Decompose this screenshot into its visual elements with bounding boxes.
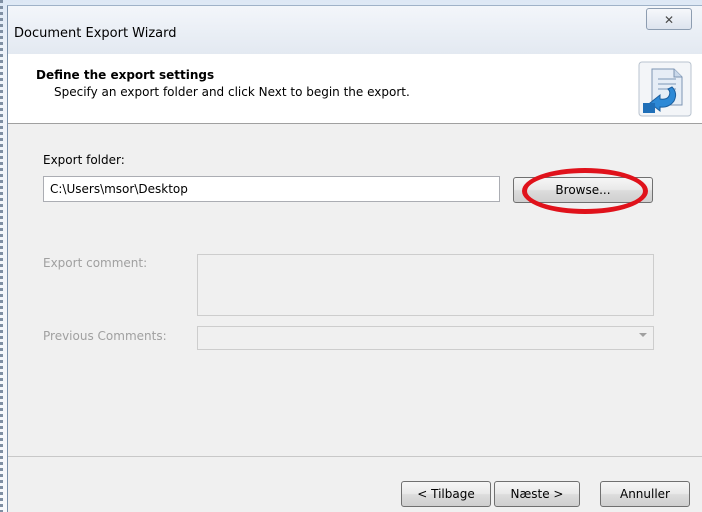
- cancel-button[interactable]: Annuller: [600, 481, 690, 507]
- previous-comments-label: Previous Comments:: [43, 329, 167, 343]
- export-comment-field[interactable]: [197, 254, 654, 316]
- next-button[interactable]: Næste >: [494, 481, 580, 507]
- previous-comments-dropdown[interactable]: [197, 326, 654, 350]
- export-wizard-dialog: Document Export Wizard ✕ Define the expo…: [7, 5, 702, 512]
- screen: Document Export Wizard ✕ Define the expo…: [0, 0, 702, 512]
- header-subtitle: Specify an export folder and click Next …: [54, 85, 410, 99]
- browse-button[interactable]: Browse...: [513, 177, 653, 203]
- chevron-down-icon[interactable]: [639, 333, 647, 337]
- close-icon: ✕: [663, 13, 675, 27]
- export-folder-label: Export folder:: [43, 153, 125, 167]
- header-title: Define the export settings: [36, 68, 215, 82]
- selection-border: [0, 0, 3, 512]
- export-comment-label: Export comment:: [43, 256, 148, 270]
- wizard-footer: < Tilbage Næste > Annuller: [8, 456, 702, 512]
- wizard-header: Define the export settings Specify an ex…: [8, 54, 702, 124]
- window-title: Document Export Wizard: [14, 26, 177, 41]
- wizard-content: Export folder: Browse... Export comment:…: [8, 124, 702, 456]
- back-button[interactable]: < Tilbage: [401, 481, 491, 507]
- title-bar[interactable]: Document Export Wizard ✕: [8, 6, 702, 54]
- export-document-icon: [638, 61, 692, 117]
- close-button[interactable]: ✕: [646, 8, 692, 30]
- export-folder-input[interactable]: [43, 176, 500, 202]
